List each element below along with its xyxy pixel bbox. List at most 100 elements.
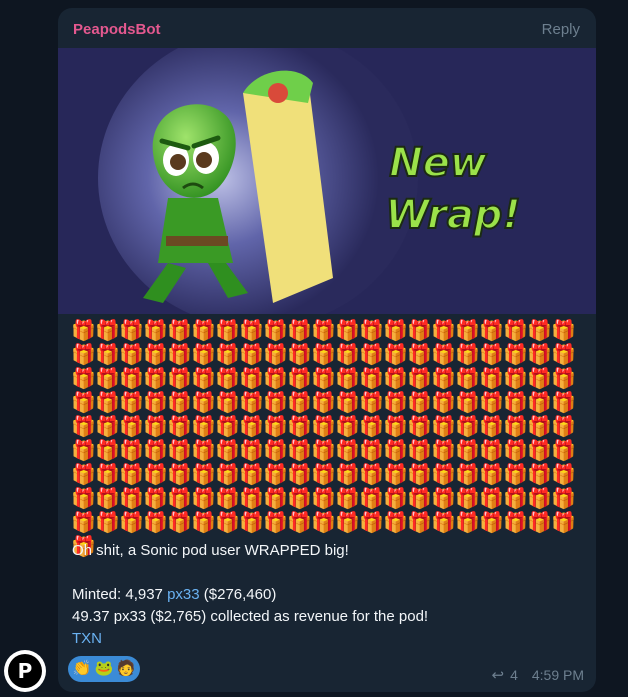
gift-emoji: 🎁 [383,440,408,462]
gift-emoji: 🎁 [95,464,120,486]
gift-emoji: 🎁 [119,320,144,342]
gift-emoji: 🎁 [263,512,288,534]
reply-button[interactable]: Reply [542,21,580,38]
gift-emoji: 🎁 [71,320,96,342]
banner-text-wrap: Wrap! [385,192,520,238]
token-link[interactable]: px33 [167,586,200,603]
txn-link[interactable]: TXN [72,630,102,647]
gift-emoji: 🎁 [167,320,192,342]
gift-emoji: 🎁 [263,344,288,366]
gift-emoji: 🎁 [527,320,552,342]
gift-emoji: 🎁 [431,464,456,486]
gift-emoji: 🎁 [335,488,360,510]
gift-emoji: 🎁 [215,344,240,366]
gift-emoji: 🎁 [503,320,528,342]
gift-emoji: 🎁 [191,488,216,510]
gift-emoji: 🎁 [95,392,120,414]
gift-emoji: 🎁 [191,368,216,390]
forward-count: 4 [510,667,518,683]
frog-reaction[interactable]: 🐸 [94,659,114,679]
message-footer: ↩ 4 4:59 PM [491,666,584,684]
gift-emoji: 🎁 [335,416,360,438]
gift-emoji: 🎁 [239,464,264,486]
gift-emoji: 🎁 [407,488,432,510]
gift-emoji: 🎁 [383,488,408,510]
gift-emoji: 🎁 [407,344,432,366]
gift-emoji: 🎁 [455,368,480,390]
gift-emoji: 🎁 [95,344,120,366]
gift-emoji: 🎁 [95,416,120,438]
gift-emoji: 🎁 [239,416,264,438]
gift-emoji: 🎁 [287,416,312,438]
gift-emoji: 🎁 [527,488,552,510]
gift-emoji: 🎁 [551,464,576,486]
gift-emoji: 🎁 [503,512,528,534]
gift-emoji: 🎁 [143,368,168,390]
gift-emoji: 🎁 [215,464,240,486]
banner-image[interactable]: New Wrap! [58,48,596,314]
gift-emoji: 🎁 [431,344,456,366]
gift-emoji: 🎁 [263,464,288,486]
gift-emoji: 🎁 [239,440,264,462]
gift-emoji: 🎁 [287,320,312,342]
gift-emoji: 🎁 [71,512,96,534]
gift-emoji: 🎁 [479,416,504,438]
gift-emoji: 🎁 [119,464,144,486]
gift-emoji: 🎁 [143,440,168,462]
gift-emoji: 🎁 [527,464,552,486]
gift-emoji: 🎁 [311,368,336,390]
gift-emoji: 🎁 [311,440,336,462]
gift-emoji: 🎁 [239,392,264,414]
gift-emoji: 🎁 [71,440,96,462]
gift-emoji: 🎁 [71,416,96,438]
gift-emoji: 🎁 [119,440,144,462]
message-bubble: PeapodsBot Reply New Wrap! 🎁 🎁 🎁 🎁 🎁 🎁 🎁… [58,8,596,692]
bot-logo-icon: P [8,654,42,688]
gift-emoji: 🎁 [215,416,240,438]
forward-icon: ↩ [491,667,505,684]
gift-emoji: 🎁 [455,320,480,342]
banner-illustration: New Wrap! [58,48,596,314]
gift-emoji: 🎁 [215,512,240,534]
gift-emoji: 🎁 [551,368,576,390]
gift-emoji: 🎁 [335,368,360,390]
message-line-headline: Oh shit, a Sonic pod user WRAPPED big! [72,542,349,559]
gift-emoji: 🎁 [503,344,528,366]
gift-emoji: 🎁 [527,368,552,390]
gift-emoji: 🎁 [455,392,480,414]
gift-emoji: 🎁 [359,416,384,438]
clap-reaction[interactable]: 👏 [72,659,92,679]
gift-emoji: 🎁 [527,440,552,462]
gift-emoji: 🎁 [143,512,168,534]
minted-suffix: ($276,460) [199,586,277,603]
message-line-minted: Minted: 4,937 px33 ($276,460) [72,584,582,606]
gift-emoji: 🎁 [95,320,120,342]
gift-emoji: 🎁 [239,320,264,342]
gift-emoji: 🎁 [71,464,96,486]
gift-emoji: 🎁 [263,392,288,414]
gift-emoji: 🎁 [383,464,408,486]
gift-emoji: 🎁 [431,512,456,534]
gift-emoji: 🎁 [455,344,480,366]
gift-emoji: 🎁 [551,392,576,414]
person-reaction[interactable]: 🧑 [116,659,136,679]
gift-emoji: 🎁 [191,440,216,462]
gift-emoji: 🎁 [431,488,456,510]
gift-emoji: 🎁 [287,368,312,390]
gift-emoji: 🎁 [407,464,432,486]
gift-emoji: 🎁 [431,416,456,438]
bot-avatar[interactable]: P [4,650,46,692]
reactions-pill[interactable]: 👏 🐸 🧑 [68,656,140,682]
gift-emoji: 🎁 [551,320,576,342]
gift-emoji: 🎁 [263,368,288,390]
gift-emoji: 🎁 [311,464,336,486]
gift-emoji: 🎁 [455,488,480,510]
gift-emoji: 🎁 [431,440,456,462]
gift-emoji: 🎁 [503,392,528,414]
avatar-letter: P [18,659,33,683]
gift-emoji: 🎁 [479,344,504,366]
gift-emoji: 🎁 [479,368,504,390]
sender-name[interactable]: PeapodsBot [73,21,161,38]
gift-emoji: 🎁 [167,464,192,486]
gift-emoji: 🎁 [311,320,336,342]
